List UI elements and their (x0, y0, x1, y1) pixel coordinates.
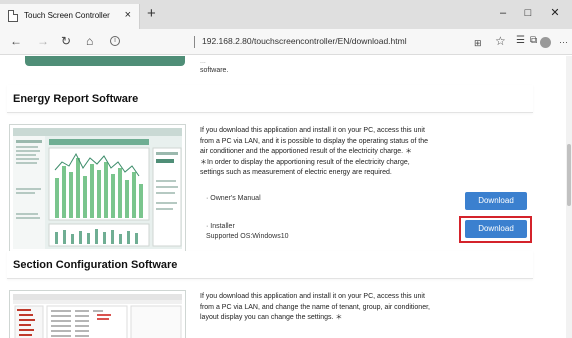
installer-supported-os: Supported OS:Windows10 (206, 233, 289, 240)
address-separator (194, 36, 195, 48)
section-header-energy-report: Energy Report Software (7, 85, 533, 113)
browser-tab[interactable]: Touch Screen Controller × (0, 4, 140, 29)
page-viewport: ... software. Energy Report Software If … (0, 56, 566, 338)
owners-manual-download-button[interactable]: Download (465, 192, 527, 210)
scrollbar-thumb[interactable] (567, 144, 571, 206)
favorites-star-icon[interactable]: ☆ (495, 33, 506, 49)
energy-report-screenshot (9, 124, 186, 253)
url-text[interactable]: 192.168.2.80/touchscreencontroller/EN/do… (202, 36, 407, 46)
section-header-section-configuration: Section Configuration Software (7, 251, 533, 279)
home-icon[interactable]: ⌂ (86, 33, 93, 49)
collections-icon[interactable]: ⧉ (530, 33, 537, 49)
address-bar[interactable]: 192.168.2.80/touchscreencontroller/EN/do… (197, 34, 457, 50)
installer-download-button[interactable]: Download (465, 220, 527, 238)
energy-report-preview-image (13, 128, 182, 249)
installer-label: · Installer (206, 223, 235, 230)
reading-view-icon[interactable]: ⊞ (474, 35, 482, 51)
more-icon[interactable]: ··· (559, 34, 568, 50)
section-configuration-description: If you download this application and ins… (200, 293, 430, 321)
section-configuration-preview-image (13, 294, 182, 338)
tab-strip: Touch Screen Controller × + – □ ✕ (0, 0, 572, 29)
owners-manual-label: · Owner's Manual (206, 195, 261, 202)
refresh-icon[interactable]: ↻ (61, 33, 71, 49)
page-icon (8, 10, 18, 22)
previous-section-text: ... software. (200, 58, 229, 74)
info-icon[interactable]: i (110, 36, 120, 46)
section-title: Section Configuration Software (13, 259, 178, 271)
minimize-button[interactable]: – (491, 4, 515, 22)
tab-close-icon[interactable]: × (125, 8, 131, 22)
forward-icon[interactable]: → (37, 33, 49, 49)
section-title: Energy Report Software (13, 93, 139, 105)
section-configuration-screenshot (9, 290, 186, 338)
browser-toolbar: ← → ↻ ⌂ i 192.168.2.80/touchscreencontro… (0, 29, 572, 55)
favorites-bar-icon[interactable]: ☰ (516, 33, 525, 49)
profile-icon[interactable] (540, 37, 551, 48)
vertical-scrollbar[interactable] (566, 56, 572, 338)
new-tab-icon[interactable]: + (147, 6, 156, 22)
energy-report-description: If you download this application and ins… (200, 127, 429, 176)
tab-title: Touch Screen Controller (24, 11, 110, 20)
close-window-button[interactable]: ✕ (543, 4, 567, 22)
back-icon[interactable]: ← (10, 33, 22, 49)
previous-section-image (25, 56, 185, 66)
maximize-button[interactable]: □ (516, 4, 540, 22)
